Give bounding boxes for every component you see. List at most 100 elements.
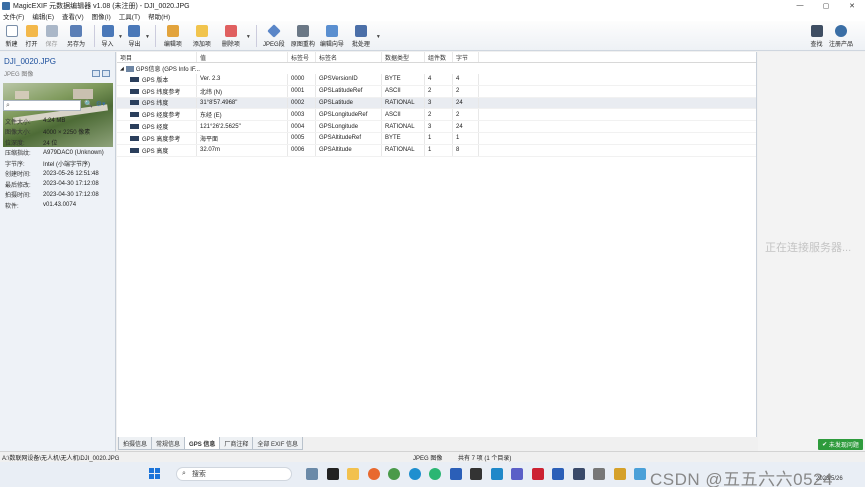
app-icon[interactable] [306,468,318,480]
search-tools: 🔍 ⚙▾ [84,100,109,108]
teams-icon[interactable] [511,468,523,480]
app-icon[interactable] [593,468,605,480]
tag-icon [130,76,139,82]
tab-gps-info[interactable]: GPS 信息 [184,437,221,450]
app-icon[interactable] [490,468,503,480]
import-button[interactable]: 导入 [98,21,117,48]
menu-edit[interactable]: 编辑(E) [32,11,54,21]
maximize-button[interactable]: ▢ [813,2,839,10]
csdn-watermark: CSDN @五五六六0524 [650,470,833,487]
thumbnail-view-icon[interactable] [102,70,110,77]
exif-table: 项目 值 标签号 标签名 数据类型 组件数 字节 ◢ GPS信息 (GPS In… [117,52,757,437]
property-row: 字节序: Intel (小端字节序) [5,161,91,168]
column-header-bytes[interactable]: 字节 [453,52,479,62]
jpeg-segment-icon [267,24,281,38]
windows-start-icon[interactable] [149,468,160,479]
save-as-button[interactable]: 另存为 [62,21,90,48]
app-icon[interactable] [531,468,544,480]
tag-icon [130,135,139,141]
jpeg-segment-button[interactable]: JPEG段 [260,21,288,48]
table-row[interactable]: GPS 纬度参考 北纬 (N) 0001 GPSLatitudeRef ASCI… [117,85,756,98]
delete-dropdown-icon[interactable]: ▼ [246,34,251,40]
open-button[interactable]: 打开 [22,21,41,48]
tab-maker-notes[interactable]: 厂商注释 [219,437,254,450]
delete-item-button[interactable]: 删除项 [217,21,245,48]
gear-icon[interactable]: ⚙▾ [96,100,106,108]
file-path: A:\数联网设备\无人机\无人机\DJI_0020.JPG [2,455,120,462]
search-settings-icon[interactable]: 🔍 [84,100,93,108]
menu-tools[interactable]: 工具(T) [119,11,140,21]
word-icon[interactable] [552,468,564,480]
save-button[interactable]: 保存 [42,21,61,48]
taskbar-apps [306,468,655,480]
new-file-icon [5,25,18,37]
app-icon[interactable] [613,468,626,480]
edit-wizard-button[interactable]: 编辑向导 [318,21,346,48]
table-row[interactable]: GPS 高度参考 海平面 0005 GPSAltitudeRef BYTE 1 … [117,132,756,145]
title-bar: MagicEXIF 元数据编辑器 v1.08 (未注册) - DJI_0020.… [0,0,865,11]
taskbar-search[interactable]: ⌕ 搜索 [176,467,292,481]
binoculars-icon [810,25,823,37]
column-header-count[interactable]: 组件数 [425,52,453,62]
image-view-icon[interactable] [92,70,100,77]
tab-all-exif[interactable]: 全部 EXIF 信息 [252,437,304,450]
gps-group-row[interactable]: ◢ GPS信息 (GPS Info IF... [117,63,756,74]
status-file-type: JPEG 图像 [413,455,443,462]
column-header-tag[interactable]: 标签号 [288,52,316,62]
table-row[interactable]: GPS 高度 32.07m 0006 GPSAltitude RATIONAL … [117,144,756,157]
app-icon [2,1,10,10]
edit-item-button[interactable]: 编辑项 [159,21,187,48]
property-row: 文件大小: 4.24 MB [5,118,66,126]
tag-icon [130,88,139,94]
chrome-icon[interactable] [388,468,400,480]
search-icon: ⌕ [6,101,10,109]
word-icon[interactable] [449,468,462,480]
export-dropdown-icon[interactable]: ▼ [145,34,150,40]
batch-button[interactable]: 批处理 [347,21,375,48]
collapse-triangle-icon[interactable]: ◢ [120,66,124,72]
property-row: 最后修改: 2023-04-30 17:12:08 [5,181,99,189]
menu-view[interactable]: 查看(V) [62,11,84,21]
export-button[interactable]: 导出 [125,21,144,48]
menu-help[interactable]: 帮助(H) [148,11,170,21]
search-input[interactable]: ⌕ [3,100,81,111]
menu-image[interactable]: 图像(I) [92,11,111,21]
batch-dropdown-icon[interactable]: ▼ [376,34,381,40]
menu-file[interactable]: 文件(F) [3,11,24,21]
app-icon[interactable] [572,468,585,480]
column-header-tag-name[interactable]: 标签名 [316,52,382,62]
table-row[interactable]: GPS 经度参考 东经 (E) 0003 GPSLongitudeRef ASC… [117,109,756,122]
column-header-data-type[interactable]: 数据类型 [382,52,425,62]
table-row[interactable]: GPS 经度 121°26'2.5625" 0004 GPSLongitude … [117,121,756,133]
edge-icon[interactable] [408,468,421,480]
find-button[interactable]: 查找 [807,21,826,48]
view-toggle [90,70,110,77]
status-ok-badge[interactable]: ✔ 未发现问题 [818,439,863,450]
column-header-item[interactable]: 项目 [117,52,197,62]
close-button[interactable]: ✕ [839,2,865,10]
tab-general-info[interactable]: 常规信息 [151,437,186,450]
minimize-button[interactable]: — [787,2,813,10]
app-icon[interactable] [470,468,482,480]
search-icon: ⌕ [182,470,186,477]
reconstruct-button[interactable]: 原图重构 [289,21,317,48]
table-row[interactable]: GPS 版本 Ver. 2.3 0000 GPSVersionID BYTE 4… [117,74,756,86]
register-button[interactable]: 注册产品 [827,21,855,48]
toolbar-separator [154,25,156,47]
app-icon[interactable] [429,468,441,480]
property-row: 软件: v01.43.0074 [5,202,77,210]
add-item-button[interactable]: 添加项 [188,21,216,48]
import-dropdown-icon[interactable]: ▼ [118,34,123,40]
table-row[interactable]: GPS 纬度 31°8'57.4968" 0002 GPSLatitude RA… [117,97,756,110]
new-button[interactable]: 新建 [2,21,21,48]
app-icon[interactable] [634,468,646,480]
connecting-message: 正在连接服务器... [765,242,852,254]
app-icon[interactable] [326,468,339,480]
file-info-panel: DJI_0020.JPG JPEG 图像 [0,52,116,451]
toolbar: 新建 打开 保存 另存为 导入 ▼ 导出 ▼ 编辑项 添加项 删除项 ▼ JPE… [0,21,865,51]
tab-shooting-info[interactable]: 拍摄信息 [118,437,153,450]
column-header-value[interactable]: 值 [197,52,288,62]
file-explorer-icon[interactable] [347,468,359,480]
save-icon [45,25,58,37]
firefox-icon[interactable] [367,468,380,480]
